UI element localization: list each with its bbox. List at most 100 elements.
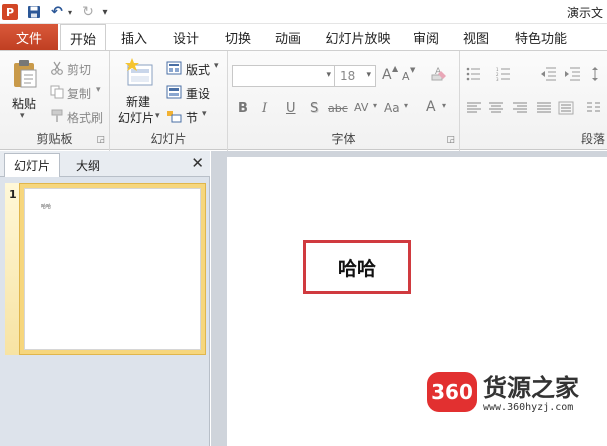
- char-spacing-button[interactable]: AV: [354, 101, 368, 114]
- clipboard-launcher-icon[interactable]: ◲: [96, 135, 105, 145]
- font-name-dropdown-icon[interactable]: ▾: [326, 70, 331, 80]
- align-right-icon[interactable]: [512, 101, 528, 115]
- watermark-url: www.360hyzj.com: [483, 402, 574, 413]
- slide-thumbnail[interactable]: 哈哈: [19, 183, 206, 355]
- font-color-dropdown-icon[interactable]: ▾: [442, 101, 446, 110]
- undo-icon[interactable]: ↶: [48, 4, 66, 20]
- clipboard-group: 粘贴 ▾ 剪切 复制 ▾ 格式刷 剪贴板 ◲: [0, 51, 110, 151]
- paragraph-group-label: 段落: [580, 132, 605, 146]
- tab-transitions[interactable]: 切换: [216, 24, 260, 50]
- slide-text-box[interactable]: 哈哈: [303, 240, 411, 294]
- copy-button[interactable]: 复制: [67, 85, 91, 102]
- align-center-icon[interactable]: [488, 101, 504, 115]
- section-dropdown-icon[interactable]: ▾: [202, 109, 207, 119]
- font-size-combo[interactable]: 18 ▾: [334, 65, 376, 87]
- slide-number: 1: [9, 188, 17, 201]
- watermark-name: 货源之家: [483, 373, 579, 402]
- tab-slideshow[interactable]: 幻灯片放映: [318, 24, 398, 50]
- layout-dropdown-icon[interactable]: ▾: [214, 61, 219, 71]
- tab-design[interactable]: 设计: [164, 24, 208, 50]
- font-group: ▾ 18 ▾ A ▲ A ▼ A B I U S abc AV ▾ Aa ▾ A…: [228, 51, 460, 151]
- increase-indent-icon[interactable]: [564, 67, 582, 81]
- redo-icon[interactable]: ↻: [80, 4, 96, 20]
- tab-insert[interactable]: 插入: [112, 24, 156, 50]
- italic-button[interactable]: I: [262, 101, 267, 116]
- slide-thumbnail-marker: [5, 183, 19, 355]
- tab-special[interactable]: 特色功能: [506, 24, 576, 50]
- font-group-label: 字体: [331, 132, 356, 146]
- layout-icon[interactable]: [166, 61, 182, 75]
- change-case-dropdown-icon[interactable]: ▾: [404, 101, 408, 110]
- new-slide-label-1[interactable]: 新建: [126, 93, 150, 110]
- strikethrough-button[interactable]: abc: [328, 102, 348, 115]
- paste-button[interactable]: 粘贴: [12, 95, 36, 112]
- font-name-combo[interactable]: ▾: [232, 65, 336, 87]
- format-painter-button[interactable]: 格式刷: [67, 109, 103, 126]
- tab-slides[interactable]: 幻灯片: [4, 153, 60, 177]
- underline-button[interactable]: U: [286, 101, 296, 116]
- slide-thumbnail-text: 哈哈: [41, 204, 52, 210]
- format-painter-icon[interactable]: [50, 109, 64, 123]
- paste-icon[interactable]: [12, 59, 38, 89]
- copy-icon[interactable]: [50, 85, 64, 99]
- numbering-icon[interactable]: 123: [496, 67, 514, 81]
- slides-panel: 幻灯片 大纲 ✕ 1 哈哈: [0, 151, 210, 446]
- font-color-button[interactable]: A: [426, 99, 436, 115]
- ribbon: 粘贴 ▾ 剪切 复制 ▾ 格式刷 剪贴板 ◲ 新建 幻灯片 ▾ 版式 ▾ 重设 …: [0, 50, 607, 151]
- section-button[interactable]: 节: [186, 109, 198, 126]
- new-slide-button[interactable]: 幻灯片: [118, 109, 154, 126]
- reset-icon[interactable]: [166, 85, 182, 99]
- bullets-icon[interactable]: [466, 67, 484, 81]
- customize-qat-icon[interactable]: ▾: [100, 4, 110, 20]
- svg-text:3: 3: [496, 77, 499, 81]
- cut-icon[interactable]: [50, 61, 64, 75]
- clipboard-group-label: 剪贴板: [36, 132, 73, 146]
- paragraph-group: 123 段落: [460, 51, 607, 151]
- powerpoint-app-icon[interactable]: P: [2, 4, 18, 20]
- layout-button[interactable]: 版式: [186, 61, 210, 78]
- align-left-icon[interactable]: [466, 101, 482, 115]
- font-size-value: 18: [340, 69, 356, 83]
- shrink-font-button[interactable]: A: [402, 70, 410, 83]
- tab-animations[interactable]: 动画: [266, 24, 310, 50]
- shrink-font-icon: ▼: [410, 66, 416, 74]
- shadow-button[interactable]: S: [310, 101, 318, 116]
- panel-tabs: 幻灯片 大纲 ✕: [0, 151, 210, 177]
- columns-icon[interactable]: [586, 101, 602, 115]
- tab-file[interactable]: 文件: [0, 24, 58, 50]
- tab-review[interactable]: 审阅: [404, 24, 448, 50]
- clear-format-icon[interactable]: A: [430, 65, 448, 83]
- new-slide-dropdown-icon[interactable]: ▾: [155, 111, 160, 121]
- copy-dropdown-icon[interactable]: ▾: [96, 85, 101, 95]
- justify-icon[interactable]: [536, 101, 552, 115]
- font-launcher-icon[interactable]: ◲: [446, 135, 455, 145]
- close-icon[interactable]: ✕: [191, 154, 204, 172]
- grow-font-button[interactable]: A: [382, 67, 392, 83]
- bold-button[interactable]: B: [238, 101, 248, 116]
- decrease-indent-icon[interactable]: [540, 67, 558, 81]
- ribbon-tabs: 文件 开始 插入 设计 切换 动画 幻灯片放映 审阅 视图 特色功能: [0, 24, 607, 51]
- reset-button[interactable]: 重设: [186, 85, 210, 102]
- tab-outline[interactable]: 大纲: [62, 153, 114, 177]
- change-case-button[interactable]: Aa: [384, 101, 400, 115]
- slides-group: 新建 幻灯片 ▾ 版式 ▾ 重设 节 ▾ 幻灯片: [110, 51, 228, 151]
- title-bar: P ↶ ▾ ↻ ▾ 演示文: [0, 0, 607, 24]
- char-spacing-dropdown-icon[interactable]: ▾: [373, 101, 377, 110]
- new-slide-icon[interactable]: [124, 57, 154, 89]
- window-title: 演示文: [566, 6, 603, 20]
- save-icon[interactable]: [26, 4, 42, 20]
- section-icon[interactable]: [166, 109, 182, 123]
- paste-dropdown-icon[interactable]: ▾: [20, 111, 25, 121]
- tab-view[interactable]: 视图: [454, 24, 498, 50]
- tab-home[interactable]: 开始: [60, 24, 106, 51]
- distribute-icon[interactable]: [558, 101, 574, 115]
- line-spacing-icon[interactable]: [592, 67, 604, 81]
- undo-dropdown-icon[interactable]: ▾: [66, 4, 74, 20]
- cut-button[interactable]: 剪切: [67, 61, 91, 78]
- slides-group-label: 幻灯片: [150, 132, 187, 146]
- watermark-logo: 360: [427, 372, 477, 412]
- watermark: 360 货源之家 www.360hyzj.com: [427, 368, 607, 418]
- slide-thumbnail-canvas: 哈哈: [24, 188, 201, 350]
- grow-font-icon: ▲: [392, 64, 399, 73]
- font-size-dropdown-icon[interactable]: ▾: [366, 70, 371, 80]
